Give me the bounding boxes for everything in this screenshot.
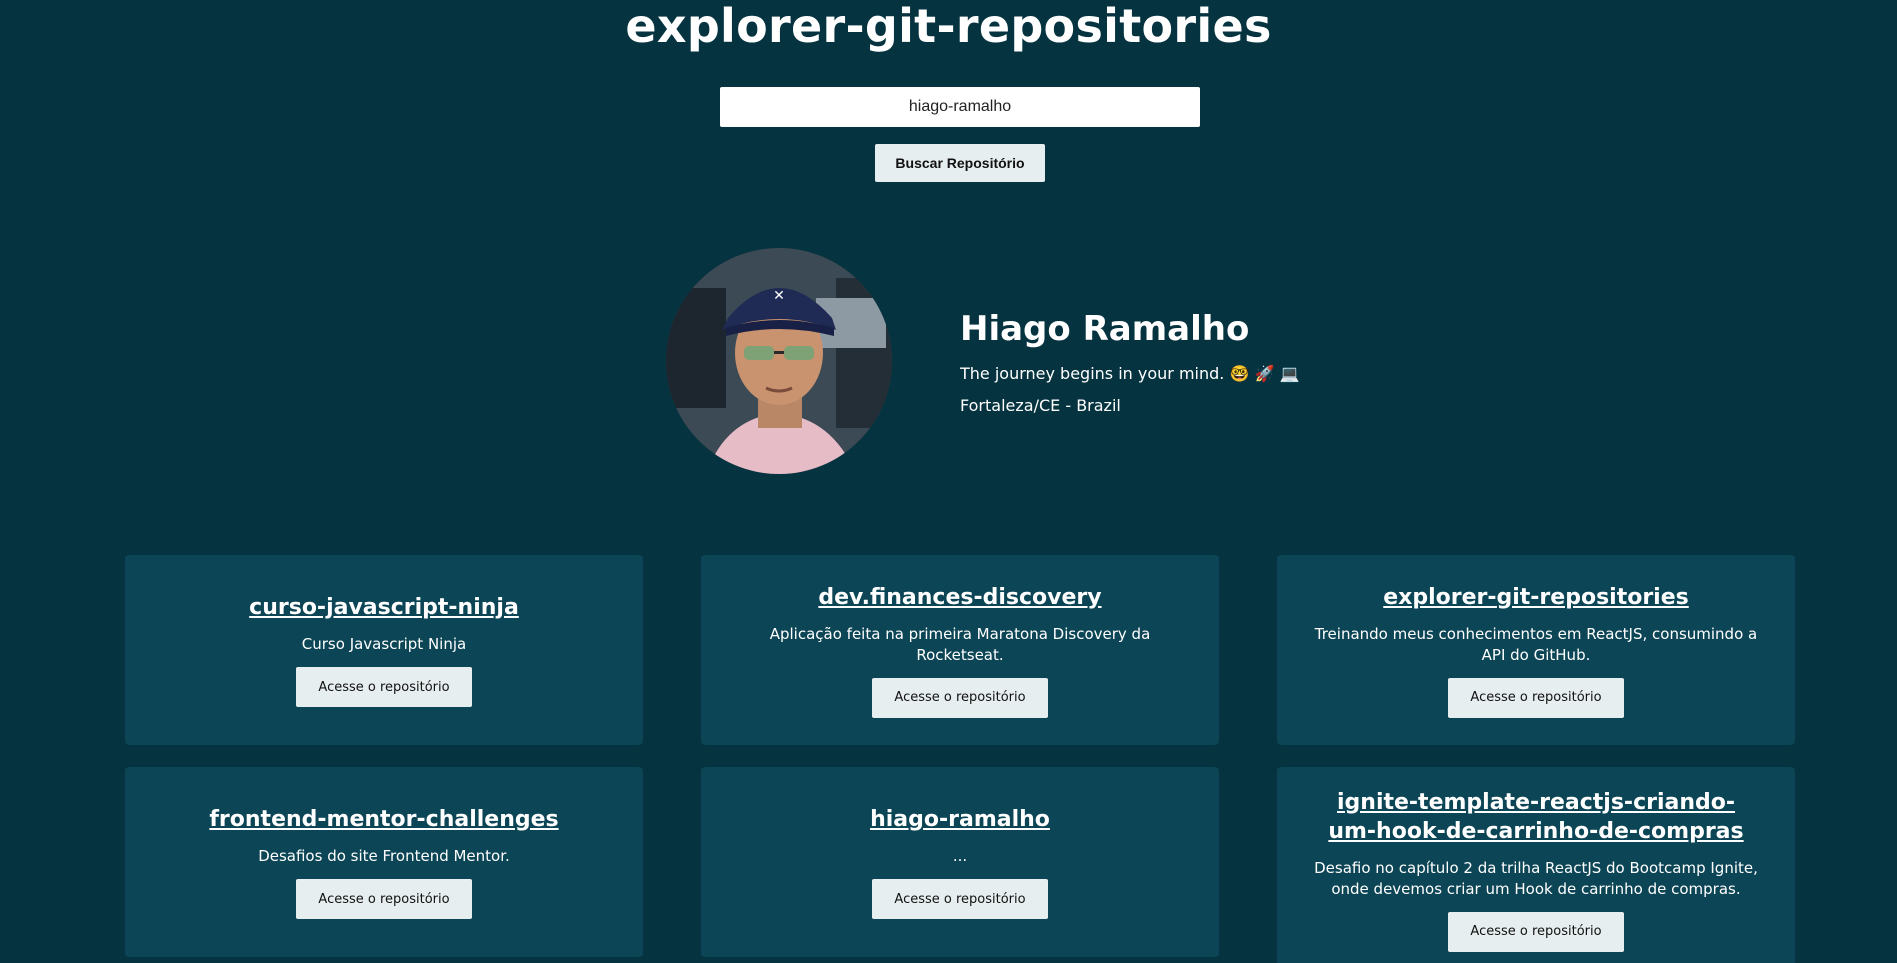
repo-card: hiago-ramalho ... Acesse o repositório	[701, 767, 1219, 957]
open-repository-button[interactable]: Acesse o repositório	[296, 879, 472, 919]
repo-title-link[interactable]: dev.finances-discovery	[818, 583, 1101, 612]
repo-description: Desafio no capítulo 2 da trilha ReactJS …	[1314, 858, 1758, 898]
repo-card: frontend-mentor-challenges Desafios do s…	[125, 767, 643, 957]
repo-title-link[interactable]: frontend-mentor-challenges	[209, 805, 558, 834]
open-repository-button[interactable]: Acesse o repositório	[296, 667, 472, 707]
repo-description: Treinando meus conhecimentos em ReactJS,…	[1314, 624, 1758, 664]
repo-description: Aplicação feita na primeira Maratona Dis…	[769, 624, 1151, 664]
search-repository-button[interactable]: Buscar Repositório	[875, 144, 1045, 182]
open-repository-button[interactable]: Acesse o repositório	[872, 879, 1048, 919]
repo-description: ...	[952, 847, 968, 865]
repo-card: explorer-git-repositories Treinando meus…	[1277, 555, 1795, 745]
profile-name: Hiago Ramalho	[960, 309, 1250, 349]
open-repository-button[interactable]: Acesse o repositório	[1448, 677, 1624, 718]
profile-location: Fortaleza/CE - Brazil	[960, 396, 1121, 415]
svg-text:✕: ✕	[773, 288, 785, 304]
avatar: ✕	[666, 248, 892, 474]
repo-card: ignite-template-reactjs-criando-um-hook-…	[1277, 767, 1795, 963]
repo-description: Curso Javascript Ninja	[301, 635, 467, 653]
repo-title-link[interactable]: explorer-git-repositories	[1383, 583, 1689, 612]
page: explorer-git-repositories Buscar Reposit…	[0, 0, 1897, 963]
open-repository-button[interactable]: Acesse o repositório	[872, 677, 1048, 718]
repo-title-link[interactable]: ignite-template-reactjs-criando-um-hook-…	[1321, 788, 1751, 846]
search-input[interactable]	[720, 87, 1200, 127]
repo-title-link[interactable]: curso-javascript-ninja	[249, 593, 519, 622]
repo-description: Desafios do site Frontend Mentor.	[258, 847, 510, 865]
repo-card: curso-javascript-ninja Curso Javascript …	[125, 555, 643, 745]
avatar-photo: ✕	[666, 248, 892, 474]
repo-title-link[interactable]: hiago-ramalho	[870, 805, 1050, 834]
profile-bio: The journey begins in your mind. 🤓 🚀 💻	[960, 364, 1300, 383]
open-repository-button[interactable]: Acesse o repositório	[1448, 911, 1624, 952]
app-title: explorer-git-repositories	[625, 0, 1272, 53]
repo-card: dev.finances-discovery Aplicação feita n…	[701, 555, 1219, 745]
